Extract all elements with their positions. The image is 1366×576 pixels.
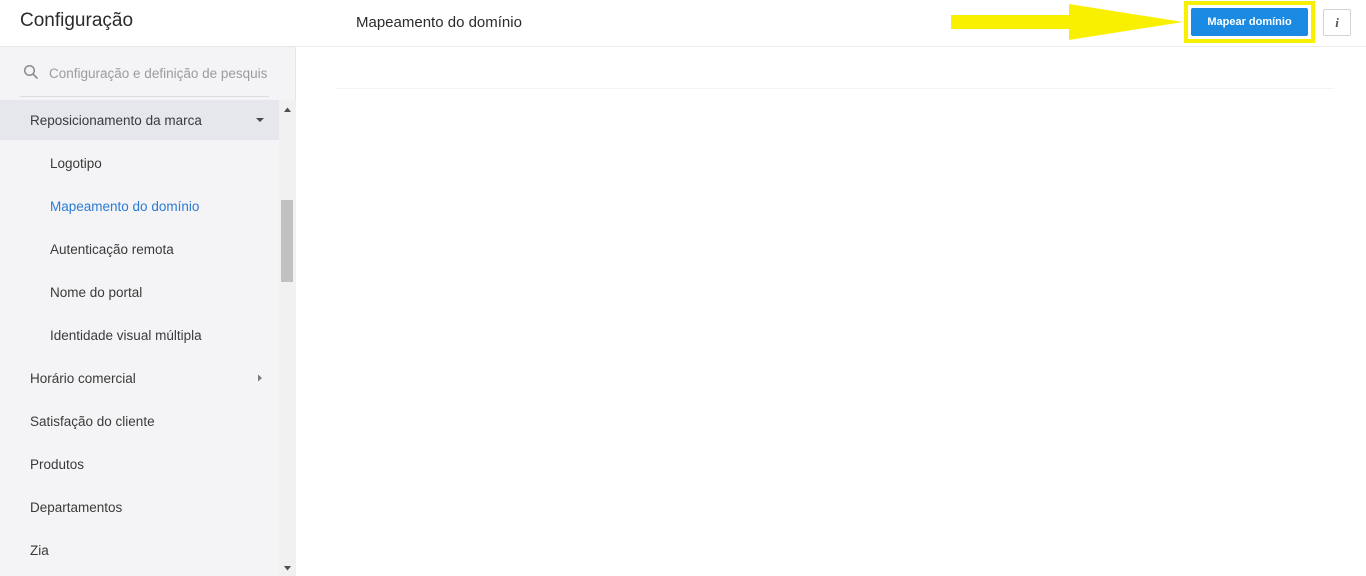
page-title: Mapeamento do domínio xyxy=(356,14,522,31)
search-icon xyxy=(23,64,38,79)
sidebar-item-horario-comercial[interactable]: Horário comercial xyxy=(0,358,279,398)
sidebar-nav: Reposicionamento da marca Logotipo Mapea… xyxy=(0,100,279,576)
scroll-up-arrow-icon[interactable] xyxy=(283,106,292,114)
sidebar-item-label: Zia xyxy=(30,543,49,558)
sidebar-item-autenticacao-remota[interactable]: Autenticação remota xyxy=(0,229,279,269)
sidebar-item-label: Autenticação remota xyxy=(50,242,174,257)
caret-down-icon xyxy=(256,118,264,122)
sidebar-item-satisfacao-do-cliente[interactable]: Satisfação do cliente xyxy=(0,401,279,441)
sidebar-item-label: Departamentos xyxy=(30,500,123,515)
sidebar-item-label: Horário comercial xyxy=(30,371,136,386)
scroll-down-arrow-icon[interactable] xyxy=(283,564,292,572)
sidebar-item-label: Satisfação do cliente xyxy=(30,414,155,429)
sidebar-item-logotipo[interactable]: Logotipo xyxy=(0,143,279,183)
scrollbar-thumb[interactable] xyxy=(281,200,293,282)
info-button[interactable]: i xyxy=(1323,9,1351,36)
content-divider xyxy=(336,88,1334,89)
sidebar-header: Configuração xyxy=(0,0,296,47)
main-header: Mapeamento do domínio Mapear domínio i xyxy=(296,0,1366,47)
sidebar-item-reposicionamento-da-marca[interactable]: Reposicionamento da marca xyxy=(0,100,279,140)
sidebar-item-label: Mapeamento do domínio xyxy=(50,199,200,214)
search-box xyxy=(20,55,269,97)
main-content xyxy=(296,48,1366,576)
sidebar-item-label: Logotipo xyxy=(50,156,102,171)
map-domain-button[interactable]: Mapear domínio xyxy=(1191,8,1308,36)
sidebar-item-departamentos[interactable]: Departamentos xyxy=(0,487,279,527)
annotation-arrow-icon xyxy=(951,4,1183,40)
caret-right-icon xyxy=(258,374,262,382)
sidebar-item-label: Produtos xyxy=(30,457,85,472)
sidebar-item-produtos[interactable]: Produtos xyxy=(0,444,279,484)
sidebar-item-label: Reposicionamento da marca xyxy=(30,113,202,128)
sidebar: Configuração Reposicionamento da marca L… xyxy=(0,0,296,576)
info-icon: i xyxy=(1335,15,1339,30)
app-window: Configuração Reposicionamento da marca L… xyxy=(0,0,1366,576)
sidebar-title: Configuração xyxy=(20,10,134,31)
sidebar-item-label: Identidade visual múltipla xyxy=(50,328,202,343)
sidebar-item-identidade-visual-multipla[interactable]: Identidade visual múltipla xyxy=(0,315,279,355)
sidebar-item-label: Nome do portal xyxy=(50,285,143,300)
sidebar-item-mapeamento-do-dominio[interactable]: Mapeamento do domínio xyxy=(0,186,279,226)
search-input[interactable] xyxy=(47,62,269,84)
sidebar-item-zia[interactable]: Zia xyxy=(0,530,279,570)
sidebar-item-nome-do-portal[interactable]: Nome do portal xyxy=(0,272,279,312)
sidebar-scrollbar[interactable] xyxy=(279,100,296,576)
